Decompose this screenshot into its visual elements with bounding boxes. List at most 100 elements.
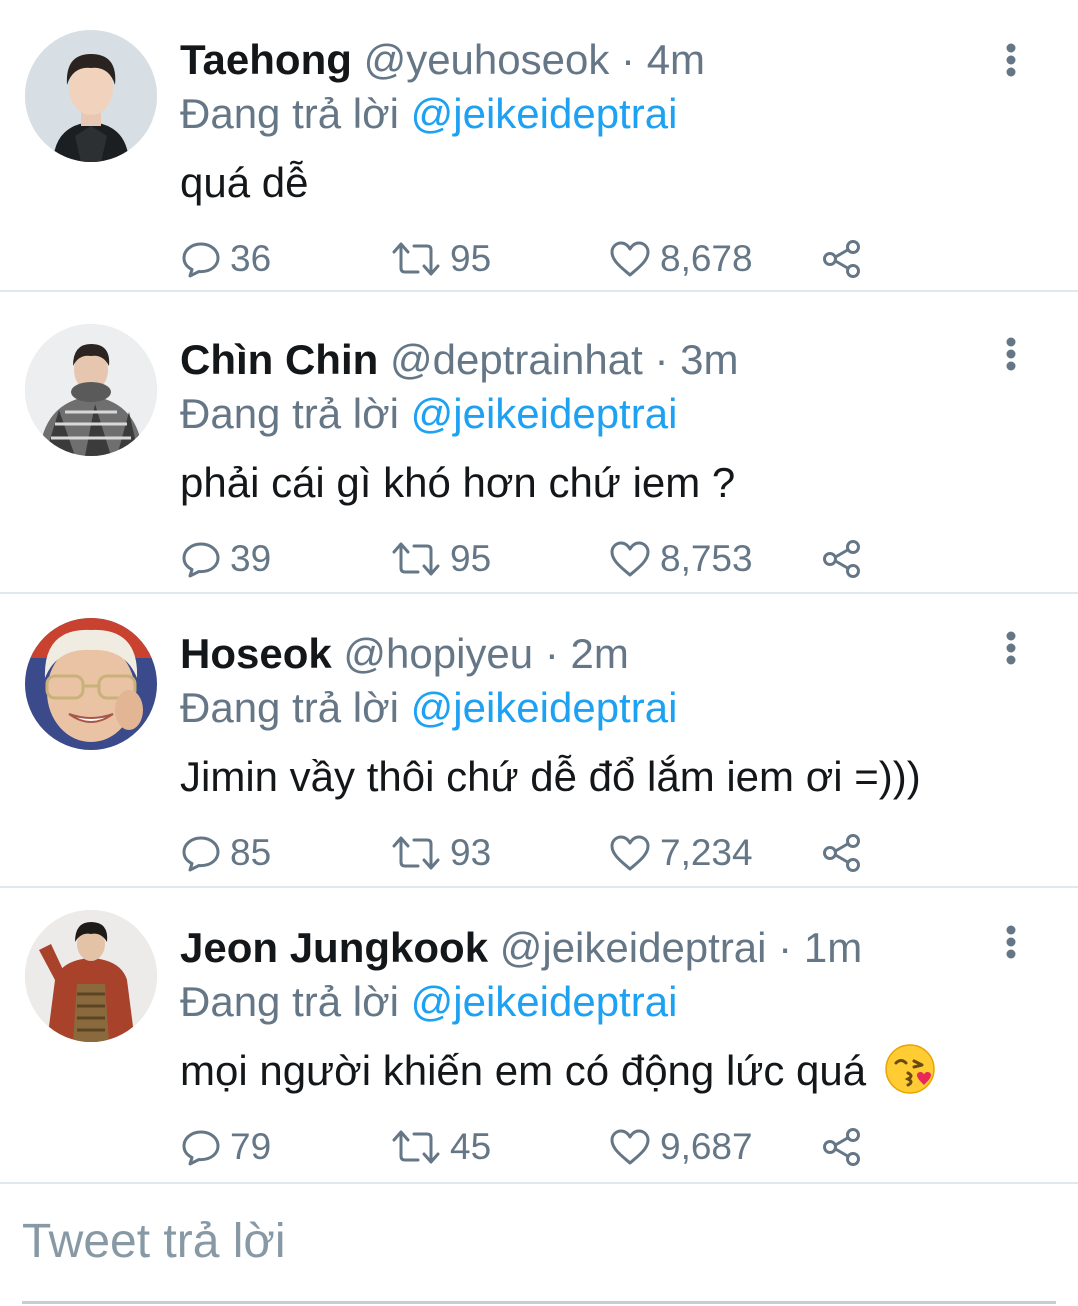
user-handle[interactable]: @jeikeideptrai (500, 924, 767, 971)
retweet-icon (392, 242, 440, 276)
more-vertical-icon (1006, 43, 1016, 77)
retweet-button[interactable]: 45 (390, 1120, 491, 1174)
more-options-button[interactable] (996, 628, 1026, 668)
reply-count: 36 (230, 238, 272, 279)
more-options-button[interactable] (996, 40, 1026, 80)
mention-link[interactable]: @jeikeideptrai (411, 90, 678, 137)
share-icon (823, 834, 860, 872)
replying-label: Đang trả lời (180, 684, 399, 731)
separator-dot: · (778, 924, 793, 971)
share-icon (823, 240, 860, 278)
separator-dot: · (654, 336, 669, 383)
reply-count: 79 (230, 1126, 272, 1167)
display-name[interactable]: Chìn Chin (180, 336, 378, 383)
user-handle[interactable]: @yeuhoseok (364, 36, 610, 83)
retweet-count: 95 (450, 538, 492, 579)
display-name[interactable]: Taehong (180, 36, 352, 83)
like-count: 9,687 (660, 1126, 753, 1167)
like-button[interactable]: 8,753 (608, 532, 753, 586)
user-handle[interactable]: @hopiyeu (343, 630, 533, 677)
more-options-button[interactable] (996, 334, 1026, 374)
replying-label: Đang trả lời (180, 390, 399, 437)
timestamp[interactable]: 3m (680, 336, 738, 383)
tweet-header: Hoseok @hopiyeu · 2m (180, 628, 629, 680)
more-options-button[interactable] (996, 922, 1026, 962)
retweet-count: 93 (450, 832, 492, 873)
mention-link[interactable]: @jeikeideptrai (411, 978, 678, 1025)
tweet-text: phải cái gì khó hơn chứ iem ? (180, 459, 736, 506)
tweet-header: Jeon Jungkook @jeikeideptrai · 1m (180, 922, 862, 974)
timestamp[interactable]: 4m (647, 36, 705, 83)
heart-icon (610, 241, 650, 277)
avatar[interactable] (25, 30, 157, 162)
tweet-text: Jimin vầy thôi chứ dễ đổ lắm iem ơi =))) (180, 753, 921, 800)
reply-icon (182, 542, 220, 578)
tweet-card[interactable]: Jeon Jungkook @jeikeideptrai · 1m Đang t… (0, 888, 1078, 1184)
tweet-card[interactable]: Chìn Chin @deptrainhat · 3m Đang trả lời… (0, 300, 1078, 594)
retweet-count: 45 (450, 1126, 492, 1167)
user-handle[interactable]: @deptrainhat (390, 336, 643, 383)
like-button[interactable]: 8,678 (608, 232, 753, 286)
replying-label: Đang trả lời (180, 978, 399, 1025)
retweet-count: 95 (450, 238, 492, 279)
reply-input[interactable]: Tweet trả lời (22, 1212, 286, 1272)
heart-icon (610, 541, 650, 577)
face-blowing-kiss-icon (885, 1044, 935, 1094)
share-button[interactable] (820, 1120, 864, 1174)
retweet-icon (392, 542, 440, 576)
tweet-text: quá dễ (180, 159, 309, 206)
avatar[interactable] (25, 910, 157, 1042)
reply-button[interactable]: 79 (180, 1120, 271, 1174)
share-icon (823, 540, 860, 578)
tweet-actions: 85 93 7,234 (180, 826, 880, 880)
replying-to: Đang trả lời @jeikeideptrai (180, 976, 677, 1028)
separator-dot: · (621, 36, 636, 83)
tweet-header: Chìn Chin @deptrainhat · 3m (180, 334, 738, 386)
share-button[interactable] (820, 532, 864, 586)
reply-composer[interactable]: Tweet trả lời (0, 1186, 1078, 1304)
more-vertical-icon (1006, 631, 1016, 665)
reply-icon (182, 242, 220, 278)
more-vertical-icon (1006, 337, 1016, 371)
timestamp[interactable]: 2m (571, 630, 629, 677)
retweet-button[interactable]: 93 (390, 826, 491, 880)
display-name[interactable]: Hoseok (180, 630, 332, 677)
heart-icon (610, 835, 650, 871)
separator-dot: · (544, 630, 559, 677)
replying-label: Đang trả lời (180, 90, 399, 137)
replying-to: Đang trả lời @jeikeideptrai (180, 682, 677, 734)
reply-button[interactable]: 85 (180, 826, 271, 880)
retweet-icon (392, 836, 440, 870)
like-count: 7,234 (660, 832, 753, 873)
like-button[interactable]: 7,234 (608, 826, 753, 880)
tweet-header: Taehong @yeuhoseok · 4m (180, 34, 705, 86)
display-name[interactable]: Jeon Jungkook (180, 924, 488, 971)
tweet-card[interactable]: Hoseok @hopiyeu · 2m Đang trả lời @jeike… (0, 594, 1078, 888)
heart-icon (610, 1129, 650, 1165)
replying-to: Đang trả lời @jeikeideptrai (180, 88, 677, 140)
tweet-actions: 39 95 8,753 (180, 532, 880, 586)
avatar[interactable] (25, 618, 157, 750)
reply-count: 85 (230, 832, 272, 873)
mention-link[interactable]: @jeikeideptrai (411, 390, 678, 437)
retweet-button[interactable]: 95 (390, 232, 491, 286)
reply-count: 39 (230, 538, 272, 579)
retweet-button[interactable]: 95 (390, 532, 491, 586)
tweet-card[interactable]: Taehong @yeuhoseok · 4m Đang trả lời @je… (0, 0, 1078, 292)
like-count: 8,753 (660, 538, 753, 579)
like-button[interactable]: 9,687 (608, 1120, 753, 1174)
share-button[interactable] (820, 232, 864, 286)
tweet-actions: 36 95 8,678 (180, 232, 880, 286)
timestamp[interactable]: 1m (804, 924, 862, 971)
avatar[interactable] (25, 324, 157, 456)
reply-icon (182, 836, 220, 872)
tweet-text-line: mọi người khiến em có động lức quá (180, 1043, 936, 1099)
reply-button[interactable]: 39 (180, 532, 271, 586)
reply-icon (182, 1130, 220, 1166)
reply-button[interactable]: 36 (180, 232, 271, 286)
retweet-icon (392, 1130, 440, 1164)
mention-link[interactable]: @jeikeideptrai (411, 684, 678, 731)
share-button[interactable] (820, 826, 864, 880)
like-count: 8,678 (660, 238, 753, 279)
tweet-actions: 79 45 9,687 (180, 1120, 880, 1174)
